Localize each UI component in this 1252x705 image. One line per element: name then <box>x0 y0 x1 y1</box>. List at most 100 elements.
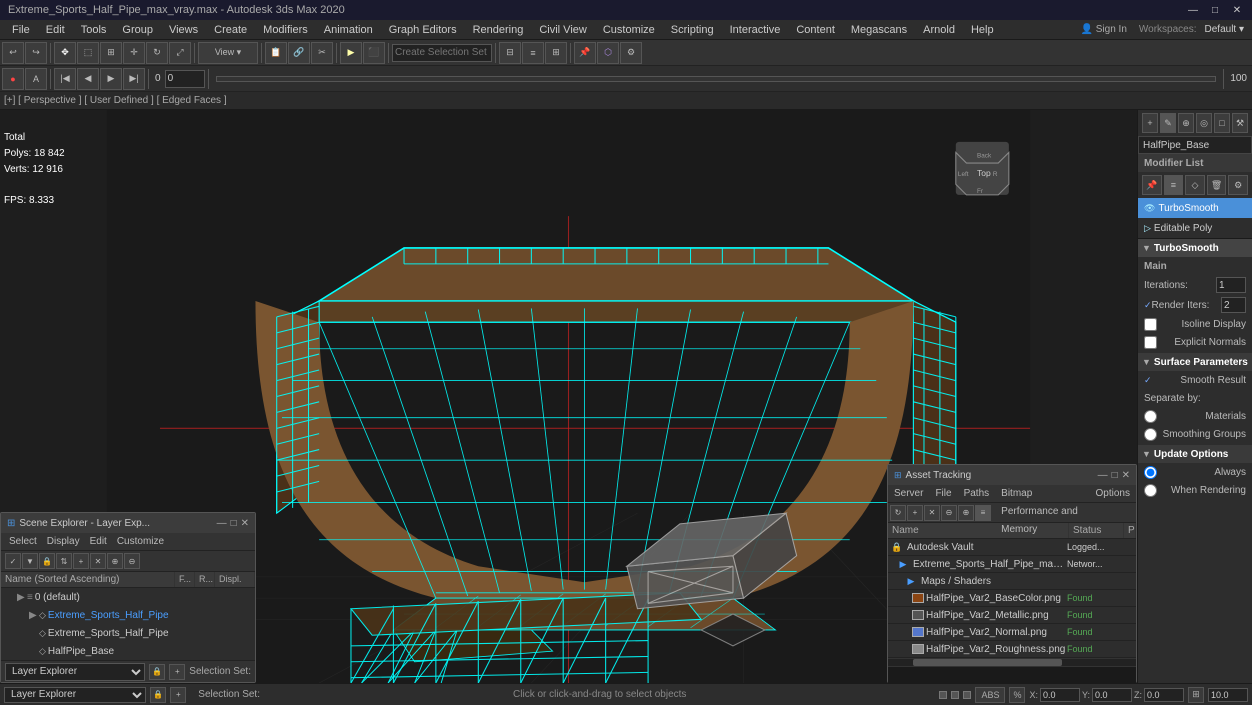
menu-interactive[interactable]: Interactive <box>722 20 789 40</box>
undo-button[interactable]: ↩ <box>2 42 24 64</box>
select-region-button[interactable]: ⬚ <box>77 42 99 64</box>
menu-content[interactable]: Content <box>788 20 843 40</box>
close-button[interactable]: ✕ <box>1230 3 1244 17</box>
pin-stack-button[interactable]: 📌 <box>1142 175 1162 195</box>
select-object-button[interactable]: ✥ <box>54 42 76 64</box>
at-path-input[interactable] <box>888 667 1136 683</box>
motion-tab[interactable]: ◎ <box>1196 113 1212 133</box>
menu-help[interactable]: Help <box>963 20 1002 40</box>
explorer-row-default-layer[interactable]: ▶ ≡ 0 (default) <box>1 588 255 606</box>
at-menu-server[interactable]: Server <box>888 485 929 503</box>
menu-group[interactable]: Group <box>114 20 161 40</box>
menu-tools[interactable]: Tools <box>73 20 115 40</box>
coord-z[interactable] <box>1144 688 1184 702</box>
tree-arrow-2[interactable]: ▶ <box>29 610 39 621</box>
explorer-row-halfpipe-base[interactable]: ◇ HalfPipe_Base <box>1 642 255 660</box>
at-row-autodesk-vault[interactable]: 🔒 Autodesk Vault Logged... <box>888 539 1136 556</box>
create-layer-btn[interactable]: + <box>170 687 186 703</box>
minimize-button[interactable]: — <box>1186 3 1200 17</box>
next-frame-button[interactable]: ▶| <box>123 68 145 90</box>
explorer-type-dropdown[interactable]: Layer Explorer <box>5 663 145 681</box>
explorer-minimize-button[interactable]: — <box>217 518 227 529</box>
modifier-editable-poly[interactable]: ▷ Editable Poly <box>1138 218 1252 238</box>
menu-animation[interactable]: Animation <box>316 20 381 40</box>
explorer-row-extreme-sports-2[interactable]: ◇ Extreme_Sports_Half_Pipe <box>1 624 255 642</box>
show-end-result-button[interactable]: ≡ <box>1164 175 1184 195</box>
at-expand-btn[interactable]: ⊕ <box>958 505 974 521</box>
sign-in-button[interactable]: 👤 Sign In <box>1073 24 1135 35</box>
exp-collapse-btn[interactable]: ⊖ <box>124 553 140 569</box>
at-view-btn[interactable]: ≡ <box>975 505 991 521</box>
play-button[interactable]: ▶ <box>100 68 122 90</box>
exp-delete-btn[interactable]: ✕ <box>90 553 106 569</box>
explorer-menu-display[interactable]: Display <box>43 536 84 547</box>
percent-button[interactable]: % <box>1009 687 1025 703</box>
at-menu-bitmap[interactable]: Bitmap Performance and Memory <box>995 485 1089 503</box>
explorer-menu-edit[interactable]: Edit <box>86 536 111 547</box>
create-tab[interactable]: + <box>1142 113 1158 133</box>
coord-y[interactable] <box>1092 688 1132 702</box>
exp-filter-btn[interactable]: ▼ <box>22 553 38 569</box>
make-unique-button[interactable]: ◇ <box>1185 175 1205 195</box>
quick-render-button[interactable]: ⬛ <box>363 42 385 64</box>
explorer-add-btn[interactable]: + <box>169 664 185 680</box>
when-rendering-radio[interactable] <box>1144 484 1157 497</box>
quick-align-button[interactable]: ⊞ <box>545 42 567 64</box>
exp-sort-btn[interactable]: ⇅ <box>56 553 72 569</box>
at-minimize-button[interactable]: — <box>1098 470 1108 481</box>
explorer-close-button[interactable]: ✕ <box>241 518 249 529</box>
remove-modifier-button[interactable]: 🗑 <box>1207 175 1227 195</box>
at-row-max-file[interactable]: ▶ Extreme_Sports_Half_Pipe_max_vray.max … <box>888 556 1136 573</box>
at-refresh-btn[interactable]: ↻ <box>890 505 906 521</box>
at-add-btn[interactable]: + <box>907 505 923 521</box>
default-workspace[interactable]: Default ▾ <box>1201 24 1248 35</box>
reference-coord[interactable]: View ▾ <box>198 42 258 64</box>
tree-arrow-1[interactable]: ▶ <box>17 592 27 603</box>
at-remove-btn[interactable]: ✕ <box>924 505 940 521</box>
explorer-lock-btn-2[interactable]: 🔒 <box>149 664 165 680</box>
always-radio[interactable] <box>1144 466 1157 479</box>
unlink-button[interactable]: ✂ <box>311 42 333 64</box>
prev-frame-button[interactable]: ◀ <box>77 68 99 90</box>
update-options-header[interactable]: ▼ Update Options <box>1138 445 1252 463</box>
lock-icon-btn[interactable]: 🔒 <box>150 687 166 703</box>
menu-file[interactable]: File <box>4 20 38 40</box>
utilities-tab[interactable]: ⚒ <box>1232 113 1248 133</box>
exp-select-all-btn[interactable]: ✓ <box>5 553 21 569</box>
coord-x[interactable] <box>1040 688 1080 702</box>
explorer-menu-select[interactable]: Select <box>5 536 41 547</box>
maximize-button[interactable]: □ <box>1208 3 1222 17</box>
at-menu-options[interactable]: Options <box>1090 485 1136 503</box>
menu-modifiers[interactable]: Modifiers <box>255 20 316 40</box>
link-button[interactable]: 🔗 <box>288 42 310 64</box>
move-button[interactable]: ✛ <box>123 42 145 64</box>
menu-arnold[interactable]: Arnold <box>915 20 963 40</box>
menu-create[interactable]: Create <box>206 20 255 40</box>
exp-expand-btn[interactable]: ⊕ <box>107 553 123 569</box>
explorer-menu-customize[interactable]: Customize <box>113 536 168 547</box>
material-editor-button[interactable]: ⬡ <box>597 42 619 64</box>
exp-add-layer-btn[interactable]: + <box>73 553 89 569</box>
modifier-turbosmooth[interactable]: 👁 TurboSmooth <box>1138 198 1252 218</box>
menu-graph-editors[interactable]: Graph Editors <box>381 20 465 40</box>
display-tab[interactable]: □ <box>1214 113 1230 133</box>
scale-button[interactable]: ⤢ <box>169 42 191 64</box>
render-iters-input[interactable] <box>1221 297 1246 313</box>
turbosmooth-section-header[interactable]: ▼ TurboSmooth <box>1138 239 1252 257</box>
at-menu-paths[interactable]: Paths <box>958 485 996 503</box>
menu-civil-view[interactable]: Civil View <box>531 20 594 40</box>
menu-rendering[interactable]: Rendering <box>465 20 532 40</box>
menu-views[interactable]: Views <box>161 20 206 40</box>
explicit-normals-checkbox[interactable] <box>1144 336 1157 349</box>
grid-button[interactable]: ⊞ <box>1188 687 1204 703</box>
layer-explorer-dropdown[interactable]: Layer Explorer <box>4 687 146 703</box>
at-input-row[interactable] <box>888 666 1136 682</box>
at-scrollbar[interactable] <box>888 658 1136 666</box>
mirror-button[interactable]: ⊟ <box>499 42 521 64</box>
create-selection-set-input[interactable] <box>392 44 492 62</box>
animate-button[interactable]: ● <box>2 68 24 90</box>
explorer-row-extreme-sports-1[interactable]: ▶ ◇ Extreme_Sports_Half_Pipe <box>1 606 255 624</box>
at-row-basecolor[interactable]: HalfPipe_Var2_BaseColor.png Found <box>888 590 1136 607</box>
menu-customize[interactable]: Customize <box>595 20 663 40</box>
grid-size-input[interactable] <box>1208 688 1248 702</box>
